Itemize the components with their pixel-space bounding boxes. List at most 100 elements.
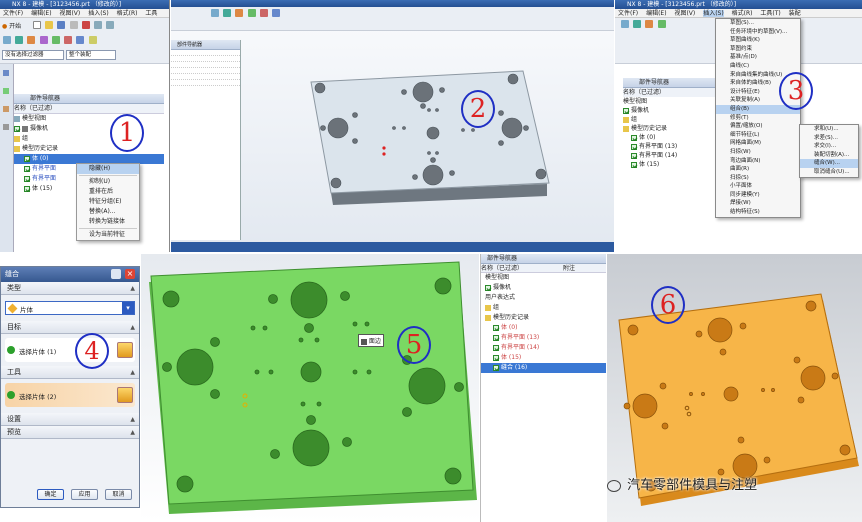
selection-filter-dropdown[interactable]: 没有选择过滤器	[2, 50, 64, 60]
tree-item-camera[interactable]: 摄像机	[481, 283, 606, 293]
unite-icon[interactable]	[657, 20, 666, 28]
save-icon[interactable]	[57, 21, 66, 29]
tree-item-model-views[interactable]: 模型视图	[481, 273, 606, 283]
history-icon[interactable]	[3, 124, 9, 130]
column-name-header[interactable]: 名称（已过滤）	[623, 88, 723, 97]
menu-file[interactable]: 文件(F)	[618, 10, 638, 17]
menu-tools[interactable]: 工具	[145, 10, 157, 17]
insert-item-facet-body[interactable]: 小平面体	[716, 182, 800, 191]
tool-selection-row[interactable]: 选择片体 (2)	[5, 383, 135, 407]
reuse-library-icon[interactable]	[3, 106, 9, 112]
ctx-replace[interactable]: 替换(A)...	[77, 207, 139, 217]
hole-icon[interactable]	[645, 20, 654, 28]
visibility-checkbox[interactable]	[24, 175, 30, 182]
visibility-checkbox[interactable]	[631, 161, 637, 168]
column-note-header[interactable]: 附注	[563, 264, 575, 272]
blend-icon[interactable]	[39, 36, 48, 44]
tree-item-bounded-plane-13[interactable]: 有界平面 (13)	[481, 333, 606, 343]
insert-item-datum[interactable]: 基准/点(D)	[716, 53, 800, 62]
start-button[interactable]: ● 开始	[2, 21, 21, 30]
subtract-icon[interactable]	[64, 36, 73, 44]
tree-item-bounded-plane-14[interactable]: 有界平面 (14)	[623, 151, 723, 160]
insert-item-sweep[interactable]: 扫掠(W)	[716, 148, 800, 157]
tree-item-history[interactable]: 模型历史记录	[14, 144, 164, 154]
menu-edit[interactable]: 编辑(E)	[646, 10, 666, 17]
visibility-checkbox[interactable]	[631, 134, 637, 141]
visibility-checkbox[interactable]	[24, 185, 30, 192]
undo-icon[interactable]	[94, 21, 103, 29]
visibility-checkbox[interactable]	[24, 165, 30, 172]
menu-edit[interactable]: 编辑(E)	[31, 10, 51, 17]
combine-item-assembly-cut[interactable]: 装配切割(A)...	[800, 151, 858, 160]
insert-item-sync-modeling[interactable]: 同步建模(Y)	[716, 191, 800, 200]
select-sheet-icon[interactable]	[117, 342, 133, 358]
tree-item-body-15[interactable]: 体 (15)	[623, 160, 723, 169]
tree-item-history[interactable]: 模型历史记录	[623, 124, 723, 133]
target-selection-row[interactable]: 选择片体 (1)	[5, 338, 135, 362]
ctx-hide[interactable]: 隐藏(H)	[77, 164, 139, 174]
sketch-icon[interactable]	[621, 20, 629, 28]
tree-item-group[interactable]: 组	[623, 115, 723, 124]
tree-item-body-15[interactable]: 体 (15)	[481, 353, 606, 363]
section-target[interactable]: 目标	[1, 321, 139, 334]
tree-item-bounded-plane-13[interactable]: 有界平面 (13)	[623, 142, 723, 151]
visibility-checkbox[interactable]	[623, 107, 629, 114]
section-preview[interactable]: 预览	[1, 426, 139, 439]
assembly-nav-icon[interactable]	[3, 88, 9, 94]
insert-item-surface[interactable]: 曲面(R)	[716, 165, 800, 174]
ctx-reorder-after[interactable]: 重排在后	[77, 187, 139, 197]
assembly-scope-dropdown[interactable]: 整个装配	[66, 50, 116, 60]
tree-item-body-0[interactable]: 体 (0)	[623, 133, 723, 142]
insert-item-sketch[interactable]: 草图(S)...	[716, 19, 800, 28]
menu-view[interactable]: 视图(V)	[674, 10, 695, 17]
menu-tools[interactable]: 工具(T)	[760, 10, 780, 17]
ctx-make-current[interactable]: 设为当前特征	[77, 230, 139, 240]
delete-icon[interactable]	[81, 21, 90, 29]
hole-icon[interactable]	[27, 36, 36, 44]
nav-icon[interactable]	[3, 70, 9, 76]
ctx-feature-group[interactable]: 特征分组(E)	[77, 197, 139, 207]
type-dropdown[interactable]: 片体 ▾	[5, 301, 135, 315]
visibility-checkbox[interactable]	[493, 324, 499, 331]
reset-icon[interactable]	[111, 269, 121, 279]
menu-assembly[interactable]: 装配	[789, 10, 801, 17]
grey-plate-viewport[interactable]	[171, 0, 614, 252]
insert-item-sketch-curve[interactable]: 草图曲线(K)	[716, 36, 800, 45]
menu-insert[interactable]: 插入(S)	[88, 10, 109, 17]
cancel-button[interactable]: 取消	[105, 489, 132, 500]
visibility-checkbox[interactable]	[14, 125, 20, 132]
combine-item-intersect[interactable]: 求交(I)...	[800, 142, 858, 151]
section-tool[interactable]: 工具	[1, 366, 139, 379]
menu-format[interactable]: 格式(R)	[117, 10, 138, 17]
select-sheet-icon[interactable]	[117, 387, 133, 403]
insert-item-structure[interactable]: 结构特征(S)	[716, 208, 800, 217]
visibility-checkbox[interactable]	[485, 284, 491, 291]
section-type[interactable]: 类型	[1, 282, 139, 295]
tree-item-user-expressions[interactable]: 用户表达式	[481, 293, 606, 303]
insert-item-mesh-surface[interactable]: 网格曲面(M)	[716, 139, 800, 148]
sketch-icon[interactable]	[3, 36, 11, 44]
tree-item-bounded-plane-14[interactable]: 有界平面 (14)	[481, 343, 606, 353]
combine-item-sew[interactable]: 缝合(W)...	[800, 159, 858, 168]
redo-icon[interactable]	[106, 21, 115, 29]
insert-item-trim[interactable]: 修剪(T)	[716, 114, 800, 123]
ctx-convert-linked[interactable]: 转换为链接体	[77, 217, 139, 227]
insert-item-sketch-constraint[interactable]: 草图约束	[716, 45, 800, 54]
tree-item-camera[interactable]: 摄像机	[623, 106, 723, 115]
visibility-checkbox[interactable]	[493, 354, 499, 361]
menu-file[interactable]: 文件(F)	[3, 10, 23, 17]
visibility-checkbox[interactable]	[24, 155, 30, 162]
visibility-checkbox[interactable]	[631, 152, 637, 159]
chevron-down-icon[interactable]: ▾	[122, 302, 134, 314]
trim-icon[interactable]	[88, 36, 97, 44]
tree-item-body-0[interactable]: 体 (0)	[481, 323, 606, 333]
menu-format[interactable]: 格式(R)	[732, 10, 753, 17]
visibility-checkbox[interactable]	[493, 344, 499, 351]
insert-item-detail-feature[interactable]: 细节特征(L)	[716, 131, 800, 140]
new-icon[interactable]	[33, 21, 41, 29]
extrude-icon[interactable]	[15, 36, 24, 44]
intersect-icon[interactable]	[76, 36, 85, 44]
cut-icon[interactable]	[69, 21, 78, 29]
insert-item-task-sketch[interactable]: 任务环境中的草图(V)...	[716, 28, 800, 37]
column-name-header[interactable]: 名称（已过滤）	[14, 104, 164, 114]
